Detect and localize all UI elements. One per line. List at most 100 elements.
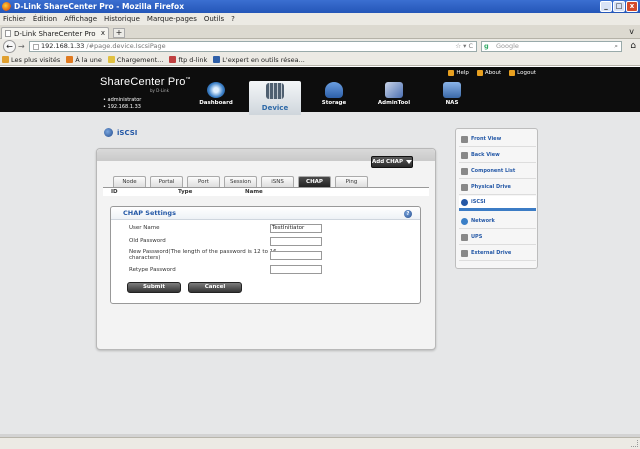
new-tab-button[interactable]: + [113,28,125,38]
menu-edition[interactable]: Édition [33,15,57,23]
bookmark-most-visited[interactable]: Les plus visités [2,56,60,64]
bookmark-ftp-dlink[interactable]: ftp d-link [169,56,207,64]
sidebar-item-physical-drive[interactable]: Physical Drive [459,180,536,195]
tab-port[interactable]: Port [187,176,220,187]
network-icon [461,217,468,225]
tab-isns[interactable]: iSNS [261,176,294,187]
bookmark-expert-outils[interactable]: L'expert en outils résea... [213,56,305,64]
sidebar-item-iscsi[interactable]: iSCSI [459,196,536,211]
close-window-button[interactable]: x [626,1,638,12]
site-icon [33,43,39,50]
physical-drive-icon [461,183,468,191]
minimize-button[interactable]: _ [600,1,612,12]
resize-grip-icon[interactable] [631,440,638,447]
sidebar-item-network[interactable]: Network [459,214,536,229]
nas-icon [443,82,461,98]
old-password-input[interactable] [270,237,322,246]
iscsi-panel: Add CHAP Node Portal Port Session iSNS C… [96,148,436,350]
add-chap-button[interactable]: Add CHAP [371,156,413,168]
user-name-input[interactable]: TestInitiator [270,224,322,233]
sidebar-item-ups[interactable]: UPS [459,230,536,245]
iscsi-icon [104,128,113,137]
bookmark-icon [107,56,115,63]
submit-button[interactable]: Submit [127,282,181,293]
chap-settings-dialog: CHAP Settings ? User Name TestInitiator … [110,206,421,304]
app-header: ShareCenter Pro™ by D-Link • administrat… [0,67,640,115]
old-password-label: Old Password [129,238,166,244]
rss-icon [66,56,74,63]
page-content: ShareCenter Pro™ by D-Link • administrat… [0,67,640,437]
device-sidebar: Front View Back View Component List Phys… [455,128,538,269]
forward-button[interactable]: → [18,42,25,51]
table-header: ID Type Name [103,187,429,196]
cancel-button[interactable]: Cancel [188,282,242,293]
tab-list-icon[interactable]: v [629,27,634,36]
logout-icon [509,70,516,76]
navigation-bar: ← → 192.168.1.33/#page.device.IscsiPage … [0,39,640,54]
tab-admintool[interactable]: AdminTool [368,80,420,112]
search-placeholder: Google [496,42,519,50]
menu-affichage[interactable]: Affichage [64,15,97,23]
tab-storage[interactable]: Storage [308,80,360,112]
maximize-button[interactable]: □ [613,1,625,12]
user-name-label: User Name [129,225,160,231]
menu-outils[interactable]: Outils [204,15,224,23]
device-icon [266,83,284,99]
tab-dashboard[interactable]: Dashboard [190,80,242,112]
tab-portal[interactable]: Portal [150,176,183,187]
bookmark-chargement[interactable]: Chargement... [107,56,163,64]
back-view-icon [461,151,468,159]
retype-password-label: Retype Password [129,267,176,273]
url-path: /#page.device.IscsiPage [86,42,166,50]
brand-by: by D-Link [150,88,169,93]
menu-help[interactable]: ? [231,15,235,23]
bookmark-icon [213,56,221,63]
device-ip: 192.168.1.33 [107,104,141,110]
column-id: ID [111,189,118,195]
logout-link[interactable]: Logout [509,70,536,76]
url-host: 192.168.1.33 [41,42,85,50]
home-icon[interactable]: ⌂ [630,41,636,51]
tab-ping[interactable]: Ping [335,176,368,187]
menu-bar: Fichier Édition Affichage Historique Mar… [0,13,640,25]
about-icon [476,70,483,76]
storage-icon [325,82,343,98]
url-bar[interactable]: 192.168.1.33/#page.device.IscsiPage ☆ ▾ … [29,41,477,52]
dashboard-icon [207,82,225,98]
help-icon[interactable]: ? [404,210,412,218]
sidebar-item-back-view[interactable]: Back View [459,148,536,163]
google-icon[interactable]: g [484,42,489,51]
external-drive-icon [461,249,468,257]
tab-node[interactable]: Node [113,176,146,187]
sidebar-item-front-view[interactable]: Front View [459,132,536,147]
back-button[interactable]: ← [3,40,16,53]
new-password-input[interactable] [270,251,322,260]
bookmarks-toolbar: Les plus visités À la une Chargement... … [0,54,640,66]
new-password-label: New Password(The length of the password … [129,249,277,261]
retype-password-input[interactable] [270,265,322,274]
tab-nas[interactable]: NAS [426,80,478,112]
close-tab-icon[interactable]: x [101,29,105,37]
tab-session[interactable]: Session [224,176,257,187]
browser-tab[interactable]: D-Link ShareCenter Pro x [1,27,109,39]
menu-historique[interactable]: Historique [104,15,140,23]
dropdown-arrow-icon [405,160,412,164]
menu-marque-pages[interactable]: Marque-pages [147,15,197,23]
window-title: D-Link ShareCenter Pro - Mozilla Firefox [14,2,185,11]
search-input[interactable]: g Google ⌕ [481,41,622,52]
iscsi-icon [461,198,468,206]
user-name: administrator [107,97,142,103]
browser-tab-bar: D-Link ShareCenter Pro x + v [0,25,640,39]
sidebar-item-external-drive[interactable]: External Drive [459,246,536,261]
search-icon[interactable]: ⌕ [614,42,618,51]
help-link[interactable]: Help [448,70,469,76]
about-link[interactable]: About [476,70,501,76]
bookmark-a-la-une[interactable]: À la une [66,56,102,64]
page-title: iSCSI [104,128,137,137]
menu-fichier[interactable]: Fichier [3,15,26,23]
url-actions-icon[interactable]: ☆ ▾ C [455,42,473,51]
tab-device[interactable]: Device [249,81,301,115]
sidebar-item-component-list[interactable]: Component List [459,164,536,179]
page-icon [5,30,11,37]
browser-tab-label: D-Link ShareCenter Pro [14,29,96,38]
